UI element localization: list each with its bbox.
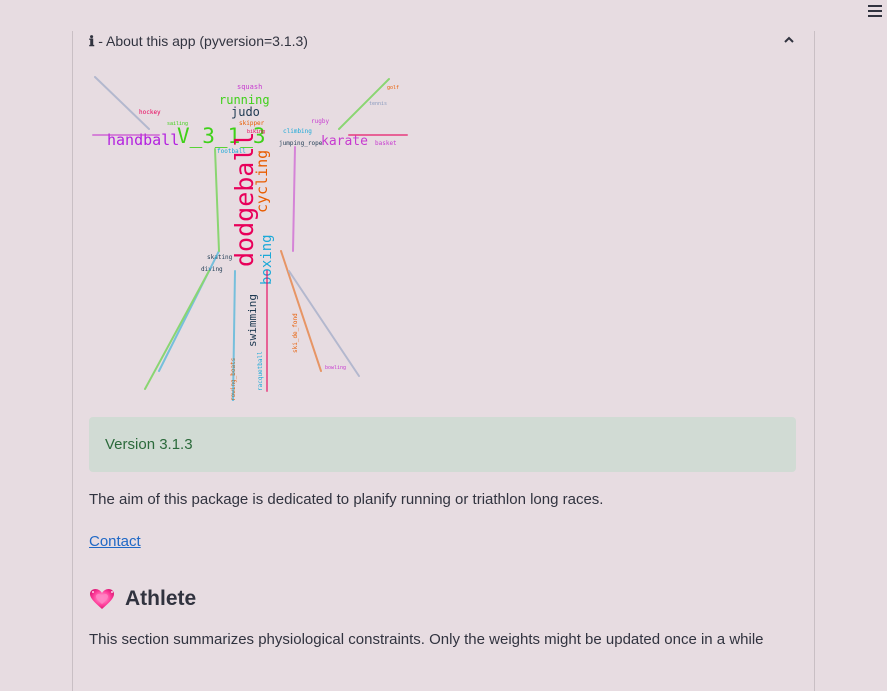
word-racquetball: racquetball: [257, 351, 264, 391]
version-info-box: Version 3.1.3: [89, 417, 796, 472]
athlete-heading: Athlete: [89, 584, 196, 614]
word-skipper: skipper: [239, 120, 265, 127]
word-judo: judo: [231, 105, 260, 119]
word-squash: squash: [237, 83, 262, 91]
version-text: Version 3.1.3: [105, 436, 193, 453]
expander-title-text: - About this app (pyversion=3.1.3): [94, 33, 308, 49]
word-hockey: hockey: [139, 109, 161, 116]
word-jumping-rope: jumping_rope: [279, 140, 323, 147]
word-climbing: climbing: [283, 128, 312, 135]
hamburger-line: [868, 10, 882, 12]
word-cycling: cycling: [253, 150, 271, 213]
word-basket: basket: [375, 140, 397, 147]
chevron-up-icon[interactable]: [782, 33, 796, 47]
aim-text: The aim of this package is dedicated to …: [89, 491, 604, 508]
about-expander: ℹ - About this app (pyversion=3.1.3) han…: [72, 31, 815, 691]
word-tennis: tennis: [369, 101, 387, 107]
word-ski-de-fond: ski_de_fond: [292, 313, 299, 353]
word-karate: karate: [321, 134, 368, 149]
expander-header[interactable]: ℹ - About this app (pyversion=3.1.3): [73, 31, 814, 53]
word-biking: biking: [247, 129, 265, 135]
heart-icon: [90, 589, 114, 609]
athlete-title: Athlete: [125, 587, 197, 610]
word-swimming: swimming: [246, 294, 259, 347]
word-rugby: rugby: [311, 118, 329, 125]
athlete-section-text: This section summarizes physiological co…: [89, 631, 764, 648]
contact-link[interactable]: Contact: [89, 533, 141, 550]
hamburger-line: [868, 15, 882, 17]
word-golf: golf: [387, 85, 399, 91]
word-skating: skating: [207, 254, 233, 261]
wordcloud-image: handball V_3_1_3 karate running judo squ…: [92, 76, 408, 401]
hamburger-line: [868, 5, 882, 7]
word-sailing: sailing: [167, 121, 188, 127]
expander-title: ℹ - About this app (pyversion=3.1.3): [89, 33, 308, 50]
main-menu-button[interactable]: [865, 2, 885, 20]
word-handball: handball: [107, 131, 179, 149]
word-bowling: bowling: [325, 365, 346, 371]
